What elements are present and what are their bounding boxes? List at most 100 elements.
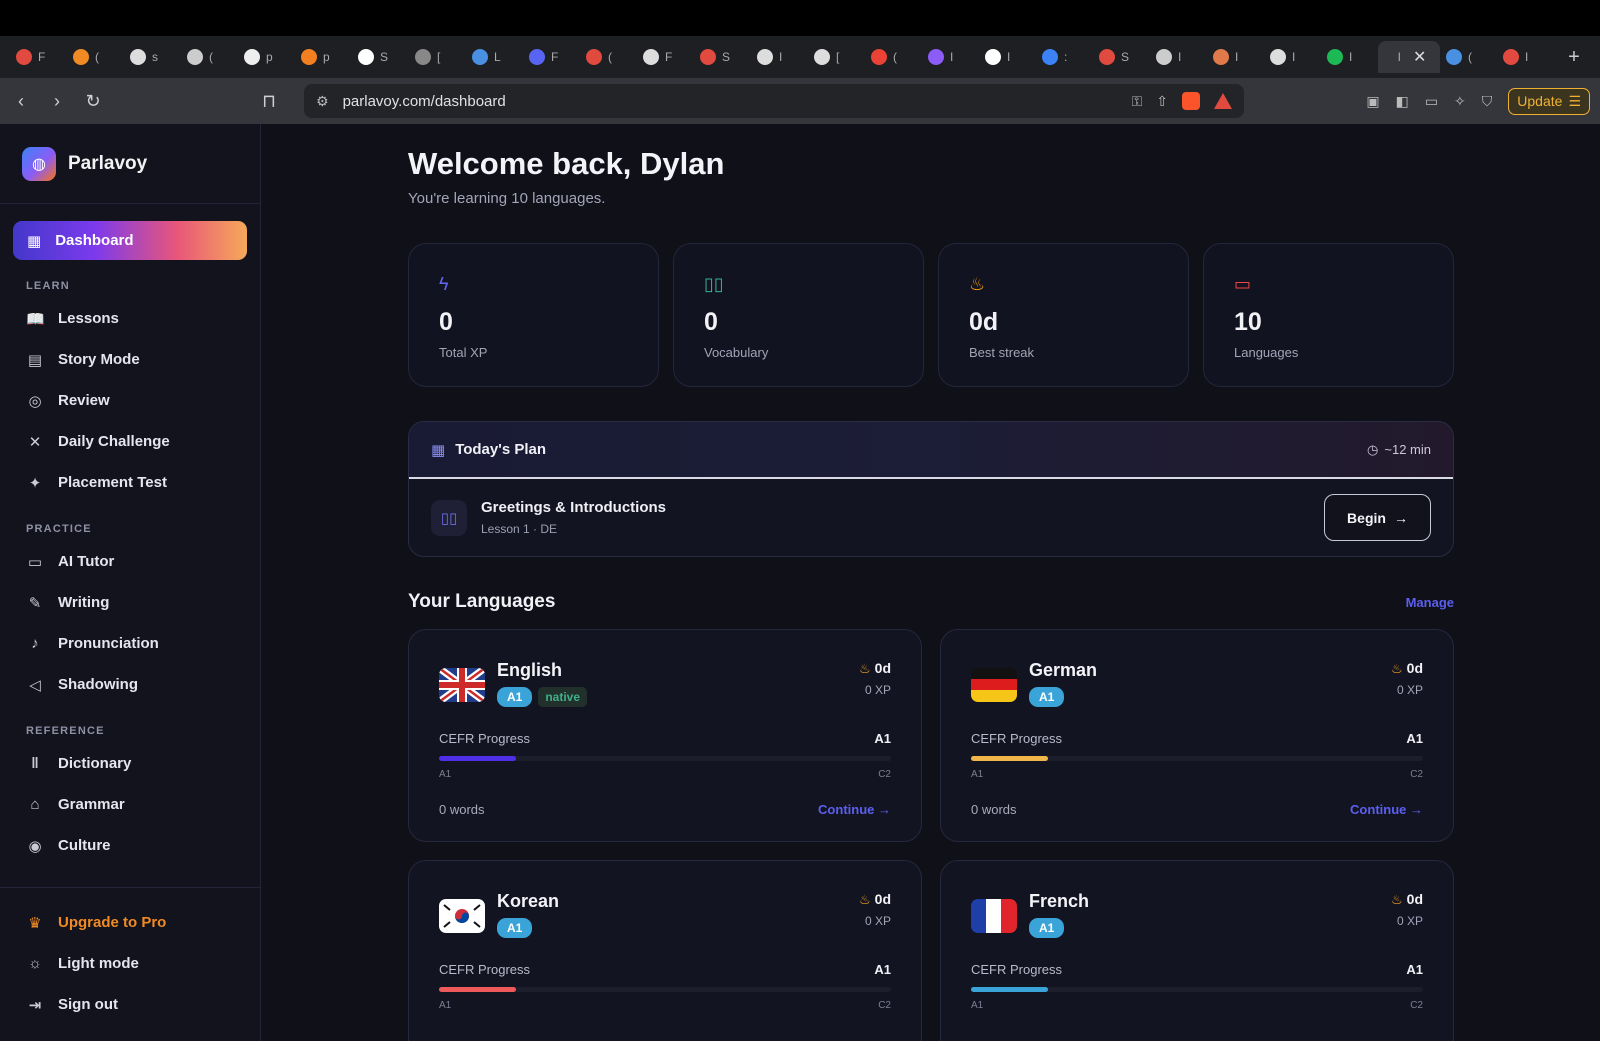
sidebar-toggle-icon[interactable]: ◧ (1396, 93, 1409, 110)
brand[interactable]: ◍ Parlavoy (0, 124, 260, 204)
tab-favicon-icon (358, 49, 374, 65)
sidebar-item-review[interactable]: ◎ Review (0, 380, 260, 421)
brave-rewards-icon[interactable] (1214, 93, 1232, 109)
forward-icon[interactable]: › (46, 91, 68, 112)
language-card-english[interactable]: English A1 native ♨ 0d 0 XP CEFR Progress A1 A1 C… (408, 629, 922, 842)
tab-title: L (494, 50, 501, 64)
light-mode-toggle[interactable]: ☼ Light mode (0, 943, 260, 984)
sidebar-item-placement-test[interactable]: ✦ Placement Test (0, 462, 260, 503)
browser-tab[interactable]: I (1497, 41, 1554, 73)
sidebar-item-dictionary[interactable]: ‖ Dictionary (0, 743, 260, 784)
bookmark-icon[interactable]: ⊓ (258, 91, 280, 112)
xp-value: 0 XP (1396, 683, 1423, 697)
sparkles-icon: ✦ (28, 474, 42, 492)
begin-button[interactable]: Begin → (1324, 494, 1431, 541)
browser-tab[interactable]: L (466, 41, 523, 73)
update-button[interactable]: Update ☰ (1508, 87, 1590, 115)
continue-link[interactable]: Continue → (818, 802, 891, 817)
address-bar[interactable]: ⚙ parlavoy.com/dashboard ⚿ ⇧ (304, 84, 1244, 118)
browser-tab[interactable]: ( (67, 41, 124, 73)
sidebar-item-daily-challenge[interactable]: ✕ Daily Challenge (0, 421, 260, 462)
reader-mode-icon[interactable]: ▣ (1366, 93, 1379, 110)
browser-tab[interactable]: F (10, 41, 67, 73)
sidebar-item-ai-tutor[interactable]: ▭ AI Tutor (0, 541, 260, 582)
arrow-right-icon: → (1406, 802, 1423, 817)
language-title-block: French A1 (1029, 891, 1089, 938)
plan-lesson-row[interactable]: ▯▯ Greetings & Introductions Lesson 1 · … (409, 479, 1453, 556)
browser-tab[interactable]: p (295, 41, 352, 73)
flame-icon: ♨ (859, 892, 871, 907)
browser-tab[interactable]: S (1093, 41, 1150, 73)
sidebar-item-dashboard[interactable]: ▦ Dashboard (13, 221, 247, 260)
tab-title: F (665, 50, 673, 64)
close-tab-icon[interactable]: ✕ (1413, 47, 1426, 67)
cefr-progress-bar (439, 987, 891, 992)
sidebar-item-story-mode[interactable]: ▤ Story Mode (0, 339, 260, 380)
url-text[interactable]: parlavoy.com/dashboard (343, 93, 1118, 110)
sidebar-item-lessons[interactable]: 📖 Lessons (0, 298, 260, 339)
browser-tab[interactable]: I (751, 41, 808, 73)
reload-icon[interactable]: ↻ (82, 91, 104, 112)
continue-link[interactable]: Continue → (1350, 802, 1423, 817)
browser-tab[interactable]: I (979, 41, 1036, 73)
browser-tab[interactable]: p (238, 41, 295, 73)
browser-tab[interactable]: s (124, 41, 181, 73)
book-open-icon: 📖 (26, 310, 45, 328)
leo-ai-icon[interactable]: ✧ (1454, 93, 1466, 110)
tab-title: I (1292, 50, 1296, 64)
language-card-german[interactable]: German A1 ♨ 0d 0 XP CEFR Progress A1 A1 C2 0 word… (940, 629, 1454, 842)
sidebar-item-shadowing[interactable]: ◁ Shadowing (0, 664, 260, 705)
cefr-progress-bar (971, 756, 1423, 761)
browser-tab[interactable]: F (637, 41, 694, 73)
browser-tab[interactable]: F (523, 41, 580, 73)
plan-header: ▦ Today's Plan ◷ ~12 min (409, 422, 1453, 479)
key-icon[interactable]: ⚿ (1132, 93, 1143, 110)
browser-tab[interactable]: ( (181, 41, 238, 73)
tab-favicon-icon (757, 49, 773, 65)
upgrade-to-pro-button[interactable]: ♛ Upgrade to Pro (0, 902, 260, 943)
wallet-icon[interactable]: ▭ (1425, 93, 1438, 110)
sidebar-item-pronunciation[interactable]: ♪ Pronunciation (0, 623, 260, 664)
browser-tab[interactable]: ( (865, 41, 922, 73)
chat-bubble-icon: ▭ (27, 553, 43, 571)
tab-favicon-icon (301, 49, 317, 65)
arrow-right-icon: → (874, 802, 891, 817)
book-icon: ▯▯ (704, 274, 724, 294)
browser-tab[interactable]: ( (1440, 41, 1497, 73)
browser-tab[interactable]: I (1264, 41, 1321, 73)
level-badge: A1 (497, 918, 533, 938)
browser-tab[interactable]: [ (409, 41, 466, 73)
calendar-icon: ▦ (431, 441, 446, 459)
sidebar-item-culture[interactable]: ◉ Culture (0, 825, 260, 866)
new-tab-icon[interactable]: + (1554, 46, 1594, 69)
browser-tab[interactable]: I (1321, 41, 1378, 73)
sign-out-button[interactable]: ⇥ Sign out (0, 984, 260, 1025)
browser-tab[interactable]: I (922, 41, 979, 73)
browser-tab[interactable]: I (1207, 41, 1264, 73)
browser-tab[interactable]: ( (580, 41, 637, 73)
brave-shields-icon[interactable] (1182, 92, 1200, 110)
language-card-korean[interactable]: Korean A1 ♨ 0d 0 XP CEFR Progress A1 A1 C2 (408, 860, 922, 1041)
browser-tab-active[interactable]: I ✕ (1378, 41, 1440, 73)
browser-tab[interactable]: [ (808, 41, 865, 73)
tab-title: I (1178, 50, 1182, 64)
tab-favicon-icon (1099, 49, 1115, 65)
browser-tab[interactable]: : (1036, 41, 1093, 73)
sidebar-item-grammar[interactable]: ⌂ Grammar (0, 784, 260, 825)
browser-tab[interactable]: S (352, 41, 409, 73)
sidebar-item-writing[interactable]: ✎ Writing (0, 582, 260, 623)
browser-tab[interactable]: S (694, 41, 751, 73)
cefr-progress-fill (971, 987, 1048, 992)
browser-tab[interactable]: I (1150, 41, 1207, 73)
site-settings-icon[interactable]: ⚙ (316, 93, 329, 110)
flag-uk-icon (439, 668, 485, 702)
manage-link[interactable]: Manage (1406, 595, 1454, 610)
share-icon[interactable]: ⇧ (1156, 93, 1168, 110)
tab-favicon-icon (1327, 49, 1343, 65)
tab-favicon-icon (586, 49, 602, 65)
graduation-cap-icon: ⌂ (30, 796, 40, 813)
tab-title: : (1064, 50, 1068, 64)
language-card-french[interactable]: French A1 ♨ 0d 0 XP CEFR Progress A1 A1 C2 (940, 860, 1454, 1041)
back-icon[interactable]: ‹ (10, 91, 32, 112)
vpn-icon[interactable]: ⛉ (1482, 93, 1493, 110)
